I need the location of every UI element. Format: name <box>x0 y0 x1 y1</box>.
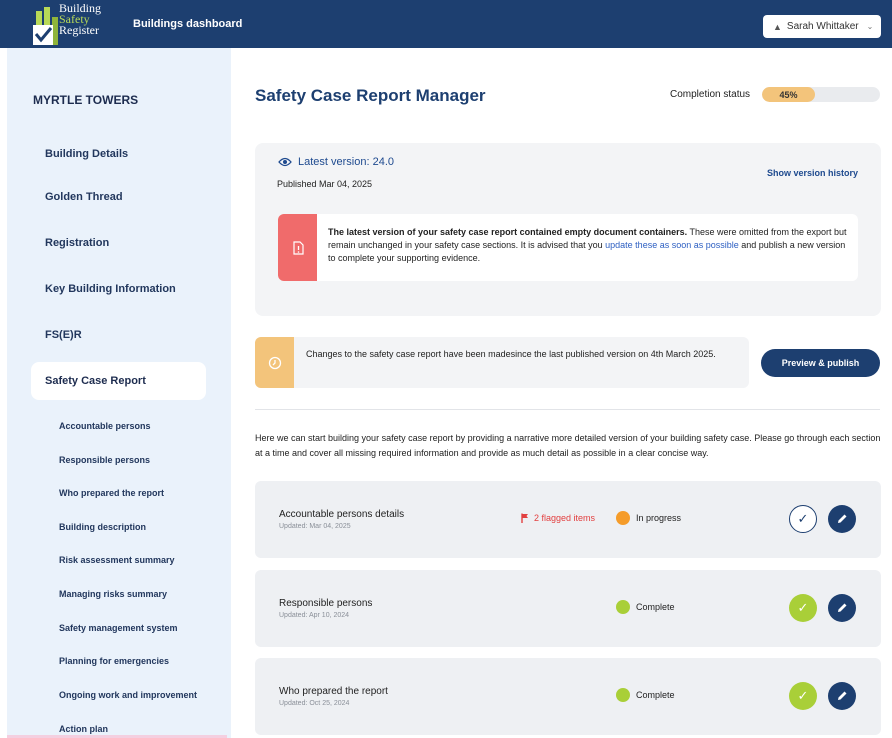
section-title: Who prepared the report <box>279 686 388 697</box>
document-warning-icon <box>292 240 304 255</box>
edit-section-button[interactable] <box>828 505 856 533</box>
sidebar: MYRTLE TOWERS Building Details Golden Th… <box>7 48 231 738</box>
chevron-down-icon: ⌄ <box>866 22 874 31</box>
checkmark-icon: ✓ <box>797 600 809 615</box>
edit-section-button[interactable] <box>828 682 856 710</box>
section-title: Responsible persons <box>279 598 373 609</box>
sidebar-subitem-ongoing-work-and-improvement[interactable]: Ongoing work and improvement <box>59 690 197 700</box>
eye-icon <box>278 157 292 167</box>
section-title: Accountable persons details <box>279 509 405 520</box>
page-title: Safety Case Report Manager <box>255 86 486 105</box>
sidebar-subitem-managing-risks-summary[interactable]: Managing risks summary <box>59 589 167 599</box>
alert-strip <box>278 214 317 281</box>
divider <box>255 409 880 410</box>
checkmark-icon: ✓ <box>797 511 809 526</box>
section-status: Complete <box>616 600 675 614</box>
completion-status-label: Completion status <box>670 89 751 100</box>
sidebar-subitem-action-plan[interactable]: Action plan <box>59 724 108 734</box>
sidebar-subitem-responsible-persons[interactable]: Responsible persons <box>59 455 150 465</box>
user-name: Sarah Whittaker <box>786 21 859 32</box>
published-date: Published Mar 04, 2025 <box>277 179 373 189</box>
latest-version-label: Latest version: 24.0 <box>298 156 395 168</box>
pencil-icon <box>838 691 847 700</box>
sidebar-subitem-planning-for-emergencies[interactable]: Planning for emergencies <box>59 656 169 666</box>
user-icon: ▲ <box>773 21 782 32</box>
pencil-icon <box>838 603 847 612</box>
section-status-label: Complete <box>636 602 675 612</box>
intro-text: Here we can start building your safety c… <box>255 433 881 458</box>
logo-building-icon <box>33 7 58 45</box>
section-card-responsible-persons[interactable]: Responsible persons Updated: Apr 10, 202… <box>255 570 881 647</box>
mark-complete-button[interactable]: ✓ <box>789 594 817 622</box>
alert-bold-text: The latest version of your safety case r… <box>328 227 688 237</box>
notice-strip <box>255 337 294 388</box>
flag-icon <box>521 513 528 523</box>
version-panel: Latest version: 24.0 Published Mar 04, 2… <box>255 143 881 316</box>
status-dot-icon <box>616 600 630 614</box>
unpublished-changes-notice: Changes to the safety case report have b… <box>255 337 749 388</box>
completion-progress-bar: 45% <box>762 87 880 102</box>
app-title[interactable]: Buildings dashboard <box>133 18 242 30</box>
completion-progress-fill: 45% <box>762 87 816 102</box>
empty-containers-alert: The latest version of your safety case r… <box>278 214 858 281</box>
sidebar-subitem-who-prepared-the-report[interactable]: Who prepared the report <box>59 488 164 498</box>
mark-complete-button[interactable]: ✓ <box>789 682 817 710</box>
flagged-items-label: 2 flagged items <box>534 513 596 523</box>
logo-wordmark: Building Safety Register <box>59 2 101 37</box>
section-card-who-prepared-the-report[interactable]: Who prepared the report Updated: Oct 25,… <box>255 658 881 735</box>
latest-version[interactable]: Latest version: 24.0 <box>278 156 394 168</box>
clock-icon <box>268 356 281 369</box>
window-edge <box>0 48 7 738</box>
sidebar-item-key-building-information[interactable]: Key Building Information <box>31 270 206 308</box>
preview-publish-button[interactable]: Preview & publish <box>761 349 880 377</box>
status-dot-icon <box>616 688 630 702</box>
mark-complete-button[interactable]: ✓ <box>789 505 817 533</box>
section-status: Complete <box>616 688 675 702</box>
sidebar-subitem-accountable-persons[interactable]: Accountable persons <box>59 421 151 431</box>
section-updated: Updated: Mar 04, 2025 <box>279 523 351 530</box>
status-dot-icon <box>616 511 630 525</box>
sidebar-item-building-details[interactable]: Building Details <box>31 135 206 173</box>
section-card-accountable-persons[interactable]: Accountable persons details Updated: Mar… <box>255 481 881 558</box>
section-status: In progress <box>616 511 681 525</box>
sidebar-item-safety-case-report[interactable]: Safety Case Report <box>31 362 206 400</box>
sidebar-item-fser[interactable]: FS(E)R <box>31 316 206 354</box>
edit-section-button[interactable] <box>828 594 856 622</box>
sidebar-subitem-safety-management-system[interactable]: Safety management system <box>59 623 178 633</box>
section-status-label: In progress <box>636 513 682 523</box>
building-safety-register-logo[interactable]: Building Safety Register <box>33 2 111 47</box>
logo-line-3: Register <box>59 23 99 37</box>
checkmark-icon: ✓ <box>797 688 809 703</box>
alert-message: The latest version of your safety case r… <box>328 226 853 265</box>
flagged-items[interactable]: 2 flagged items <box>521 513 595 523</box>
section-status-label: Complete <box>636 690 675 700</box>
sidebar-subitem-building-description[interactable]: Building description <box>59 522 146 532</box>
user-menu-button[interactable]: ▲ Sarah Whittaker ⌄ <box>763 15 881 38</box>
section-updated: Updated: Oct 25, 2024 <box>279 700 350 707</box>
sidebar-subitem-risk-assessment-summary[interactable]: Risk assessment summary <box>59 555 175 565</box>
sidebar-item-registration[interactable]: Registration <box>31 224 206 262</box>
section-updated: Updated: Apr 10, 2024 <box>279 612 350 619</box>
top-bar: Building Safety Register Buildings dashb… <box>0 0 892 48</box>
pencil-icon <box>838 514 847 523</box>
notice-message: Changes to the safety case report have b… <box>306 349 716 359</box>
sidebar-item-golden-thread[interactable]: Golden Thread <box>31 178 206 216</box>
building-name: MYRTLE TOWERS <box>33 93 139 107</box>
show-version-history-link[interactable]: Show version history <box>767 168 858 178</box>
update-sections-link[interactable]: update these as soon as possible <box>605 240 739 250</box>
